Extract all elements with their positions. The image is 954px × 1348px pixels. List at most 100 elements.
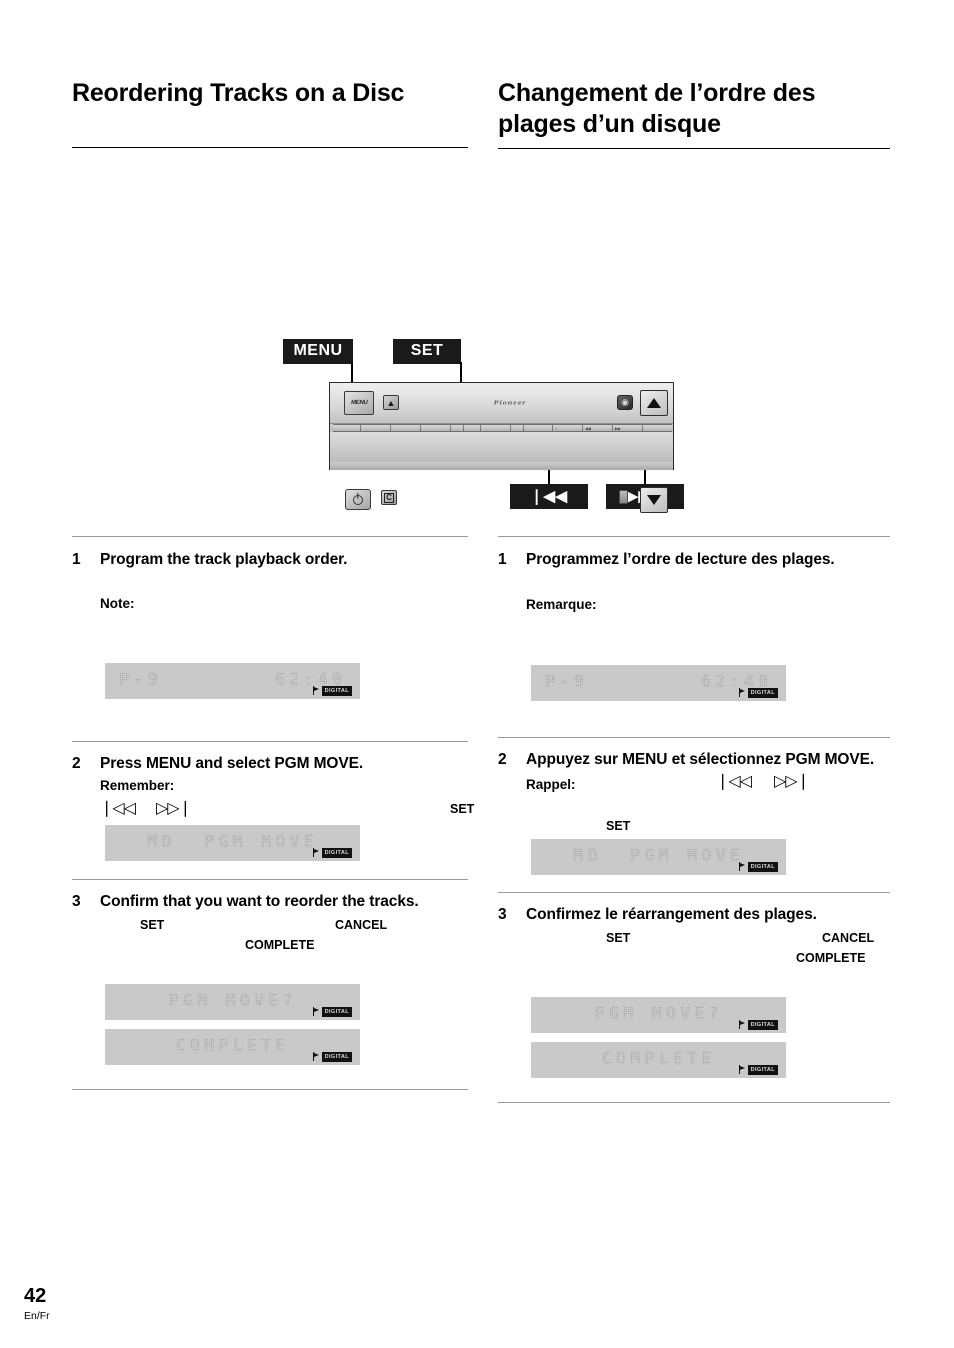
skip-forward-icon: ▷▷❘ [774, 772, 810, 790]
lcd-text-center: PGM MOVE? [168, 990, 297, 1011]
divider-en-4 [72, 1088, 468, 1090]
digital-badge-label: DIGITAL [747, 861, 778, 872]
page-headings: Reordering Tracks on a Disc Changement d… [0, 78, 954, 168]
step-note-label: Remember: [100, 777, 175, 793]
page-title-english: Reordering Tracks on a Disc [72, 79, 405, 107]
heading-rule-english [72, 147, 468, 148]
device-up-button[interactable] [640, 390, 668, 416]
heading-rule-french [498, 148, 890, 149]
digital-badge: DIGITAL [738, 1019, 778, 1030]
lcd-text-center: MD PGM MOVE [147, 831, 318, 852]
step-fr-3: 3 Confirmez le réarrangement des plages.… [498, 893, 890, 1102]
device-front-panel: MENU ▲ Pioneer ◉ □ ◀◀ ▶▶ C [329, 382, 674, 513]
brand-logo: Pioneer [493, 399, 527, 406]
eject-icon[interactable]: ▲ [383, 395, 399, 410]
keyword-cancel: CANCEL [335, 917, 388, 932]
device-diagram: MENU SET ❘◀◀ ▶▶❘ MENU ▲ Pioneer ◉ [280, 336, 692, 514]
square-icon: C [384, 492, 394, 503]
lcd-display: COMPLETE DIGITAL [105, 1028, 360, 1065]
headphone-jack-icon [619, 490, 628, 504]
step-fr-2: 2 Appuyez sur MENU et sélectionnez PGM M… [498, 738, 890, 892]
page-number: 42 [24, 1285, 47, 1307]
callout-set: SET [393, 339, 461, 364]
power-icon [353, 494, 363, 505]
digital-badge-label: DIGITAL [747, 1019, 778, 1030]
step-title: Press MENU and select PGM MOVE. [100, 754, 364, 772]
digital-badge-label: DIGITAL [747, 1064, 778, 1075]
flag-icon [312, 1052, 320, 1062]
lcd-text-center: MD PGM MOVE [573, 845, 744, 866]
flag-icon [738, 1020, 746, 1030]
chevron-up-icon [647, 398, 661, 408]
keyword-set: SET [606, 930, 631, 945]
digital-badge: DIGITAL [738, 1064, 778, 1075]
skip-forward-icon: ▷▷❘ [156, 799, 192, 817]
device-down-button[interactable] [640, 487, 668, 513]
flag-icon [738, 1065, 746, 1075]
step-number: 2 [498, 750, 507, 768]
divider-fr-4 [498, 1101, 890, 1103]
panel-lower-half: C [330, 432, 673, 513]
device-mode-button[interactable]: C [381, 490, 397, 505]
heading-column-french: Changement de l’ordre des plages d’un di… [498, 78, 890, 149]
keyword-set: SET [450, 801, 475, 816]
device-power-button[interactable] [345, 489, 371, 510]
step-number: 1 [72, 551, 81, 568]
digital-badge: DIGITAL [738, 687, 778, 698]
lcd-text-center: COMPLETE [601, 1048, 716, 1069]
step-en-3: 3 Confirm that you want to reorder the t… [72, 880, 468, 1089]
step-note-label: Rappel: [526, 776, 576, 792]
digital-badge: DIGITAL [312, 1006, 352, 1017]
step-number: 3 [498, 905, 507, 923]
device-menu-button-label: MENU [350, 400, 368, 406]
lcd-text-center: PGM MOVE? [594, 1003, 723, 1024]
step-title: Confirm that you want to reorder the tra… [100, 892, 419, 910]
flag-icon [738, 688, 746, 698]
step-title: Appuyez sur MENU et sélectionnez PGM MOV… [526, 750, 875, 768]
lcd-text-center: COMPLETE [175, 1035, 290, 1056]
content-column-english: 1 Program the track playback order. Note… [72, 536, 474, 1090]
keyword-cancel: CANCEL [822, 930, 875, 945]
flag-icon [312, 1007, 320, 1017]
digital-badge: DIGITAL [738, 861, 778, 872]
panel-upper-half: MENU ▲ Pioneer ◉ [330, 383, 673, 424]
step-title: Confirmez le réarrangement des plages. [526, 905, 817, 923]
digital-badge: DIGITAL [312, 847, 352, 858]
lcd-display: PGM MOVE? DIGITAL [105, 983, 360, 1020]
page-language-label: En/Fr [24, 1310, 50, 1322]
flag-icon [738, 862, 746, 872]
flag-icon [312, 848, 320, 858]
digital-badge-label: DIGITAL [747, 687, 778, 698]
display-mode-icon[interactable]: ◉ [617, 395, 633, 410]
callout-menu: MENU [283, 339, 353, 364]
flag-icon [312, 686, 320, 696]
device-menu-button[interactable]: MENU [344, 391, 374, 415]
lcd-display: MD PGM MOVE DIGITAL [531, 838, 786, 875]
skip-back-icon: ❘◁◁ [100, 799, 136, 817]
step-note-label: Note: [100, 595, 135, 611]
digital-badge-label: DIGITAL [321, 847, 352, 858]
step-number: 2 [72, 754, 81, 772]
digital-badge: DIGITAL [312, 1051, 352, 1062]
keyword-complete: COMPLETE [796, 950, 866, 965]
page-footer: 42 En/Fr [24, 1286, 50, 1322]
keyword-complete: COMPLETE [245, 937, 315, 952]
step-title: Programmez l’ordre de lecture des plages… [526, 551, 835, 568]
chevron-down-icon [647, 495, 661, 505]
step-note-label: Remarque: [526, 596, 597, 612]
lcd-display: P-9 62:40 DIGITAL [105, 662, 360, 699]
lcd-display: MD PGM MOVE DIGITAL [105, 824, 360, 861]
lcd-text-left: P-9 [545, 671, 588, 692]
keyword-set: SET [140, 917, 165, 932]
step-number: 3 [72, 892, 81, 910]
lcd-display: PGM MOVE? DIGITAL [531, 996, 786, 1033]
panel-seam-strip: □ ◀◀ ▶▶ [333, 424, 672, 432]
digital-badge-label: DIGITAL [321, 1051, 352, 1062]
page-title-french: Changement de l’ordre des plages d’un di… [498, 79, 816, 138]
callout-skip-back: ❘◀◀ [510, 484, 588, 509]
step-en-1: 1 Program the track playback order. Note… [72, 537, 468, 741]
heading-column-english: Reordering Tracks on a Disc [72, 78, 468, 148]
keyword-set: SET [606, 818, 631, 833]
digital-badge-label: DIGITAL [321, 685, 352, 696]
skip-back-icon: ❘◁◁ [716, 772, 752, 790]
